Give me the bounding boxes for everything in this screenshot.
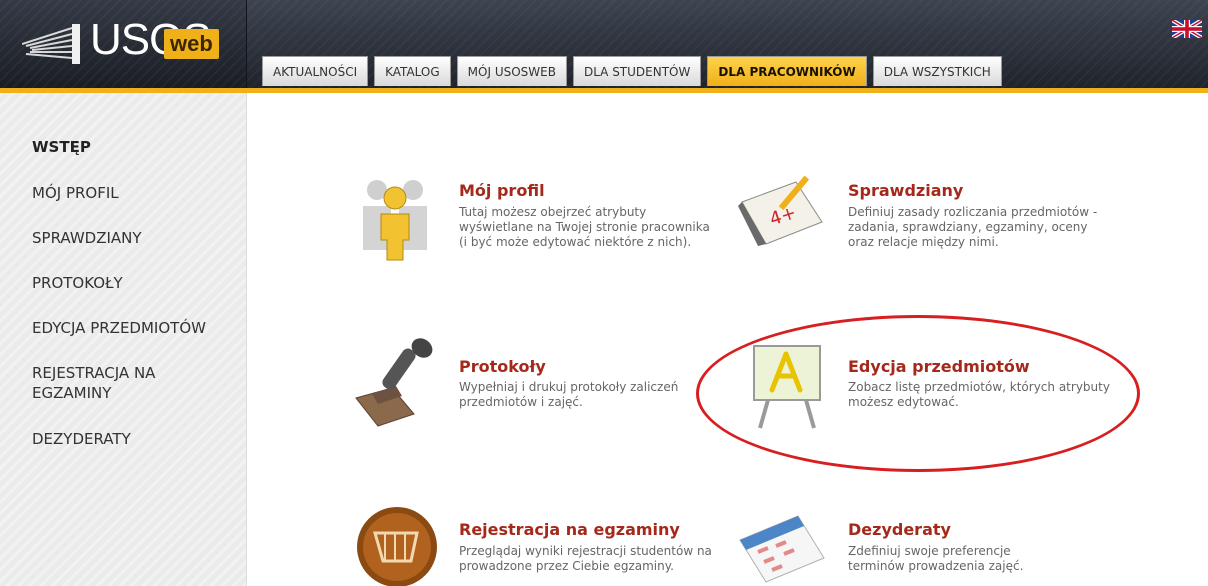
stamp-icon[interactable] [352, 336, 440, 428]
test-paper-icon[interactable]: 4+ [736, 172, 828, 250]
usosweb-logo[interactable]: USOS web [0, 0, 247, 88]
card-desc-line: możesz edytować. [848, 395, 959, 409]
card-desc-line: Definiuj zasady rozliczania przedmiotów … [848, 205, 1098, 219]
card-desc-line: Wypełniaj i drukuj protokoły zaliczeń [459, 380, 679, 394]
card-desc-protokoly: Wypełniaj i drukuj protokoły zaliczeń pr… [459, 380, 678, 410]
card-desc-line: oraz relacje między nimi. [848, 235, 999, 249]
card-desc-line: (i być może edytować niektóre z nich). [459, 235, 692, 249]
tab-dla-wszystkich[interactable]: DLA WSZYSTKICH [872, 56, 1002, 86]
shopping-cart-icon[interactable] [355, 503, 439, 586]
tab-dla-studentow[interactable]: DLA STUDENTÓW [572, 56, 702, 86]
card-desc-line: Tutaj możesz obejrzeć atrybuty [459, 205, 647, 219]
sidebar-item-wstep[interactable]: WSTĘP [32, 137, 232, 157]
card-title-protokoly[interactable]: Protokoły [459, 357, 546, 376]
card-desc-dezyderaty: Zdefiniuj swoje preferencje terminów pro… [848, 544, 1023, 574]
card-title-rejestracja-na-egzaminy[interactable]: Rejestracja na egzaminy [459, 520, 680, 539]
sidebar-item-sprawdziany[interactable]: SPRAWDZIANY [32, 228, 232, 248]
logo-web-badge: web [164, 29, 219, 59]
card-desc-moj-profil: Tutaj możesz obejrzeć atrybuty wyświetla… [459, 205, 710, 250]
card-desc-edycja-przedmiotow: Zobacz listę przedmiotów, których atrybu… [848, 380, 1110, 410]
card-title-dezyderaty[interactable]: Dezyderaty [848, 520, 951, 539]
main-tabs: AKTUALNOŚCI KATALOG MÓJ USOSWEB DLA STUD… [262, 56, 1008, 86]
card-desc-line: przedmiotów i zajęć. [459, 395, 583, 409]
users-icon[interactable] [355, 172, 437, 264]
sidebar-item-edycja-przedmiotow[interactable]: EDYCJA PRZEDMIOTÓW [32, 318, 232, 338]
card-desc-rejestracja-na-egzaminy: Przeglądaj wyniki rejestracji studentów … [459, 544, 712, 574]
logo-lines-icon [22, 24, 80, 64]
card-desc-line: Zdefiniuj swoje preferencje [848, 544, 1011, 558]
card-title-sprawdziany[interactable]: Sprawdziany [848, 181, 963, 200]
uk-flag-icon[interactable] [1172, 20, 1202, 38]
card-title-moj-profil[interactable]: Mój profil [459, 181, 545, 200]
sidebar-item-dezyderaty[interactable]: DEZYDERATY [32, 429, 232, 449]
easel-icon[interactable] [748, 340, 828, 430]
sidebar-item-rejestracja-na-egzaminy[interactable]: REJESTRACJA NA EGZAMINY [32, 363, 202, 403]
card-title-edycja-przedmiotow[interactable]: Edycja przedmiotów [848, 357, 1030, 376]
sidebar-item-protokoly[interactable]: PROTOKOŁY [32, 273, 232, 293]
tab-aktualnosci[interactable]: AKTUALNOŚCI [262, 56, 369, 86]
calendar-icon[interactable] [736, 512, 828, 586]
tab-katalog[interactable]: KATALOG [374, 56, 451, 86]
tab-dla-pracownikow[interactable]: DLA PRACOWNIKÓW [707, 56, 867, 86]
sidebar: WSTĘP MÓJ PROFIL SPRAWDZIANY PROTOKOŁY E… [0, 93, 247, 586]
sidebar-item-moj-profil[interactable]: MÓJ PROFIL [32, 183, 232, 203]
card-desc-line: Przeglądaj wyniki rejestracji studentów … [459, 544, 712, 558]
tab-moj-usosweb[interactable]: MÓJ USOSWEB [456, 56, 567, 86]
card-desc-sprawdziany: Definiuj zasady rozliczania przedmiotów … [848, 205, 1097, 250]
card-desc-line: wyświetlane na Twojej stronie pracownika [459, 220, 710, 234]
card-desc-line: prowadzone przez Ciebie egzaminy. [459, 559, 674, 573]
card-desc-line: Zobacz listę przedmiotów, których atrybu… [848, 380, 1110, 394]
header-bar: USOS web AKTUALNOŚCI KATALOG MÓJ USOSWEB… [0, 0, 1208, 93]
card-desc-line: zadania, sprawdziany, egzaminy, oceny [848, 220, 1088, 234]
card-desc-line: terminów prowadzenia zajęć. [848, 559, 1024, 573]
